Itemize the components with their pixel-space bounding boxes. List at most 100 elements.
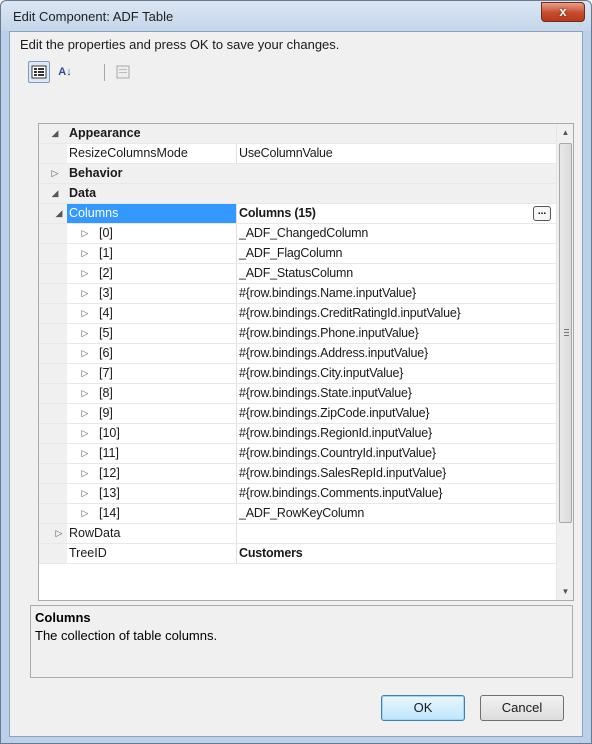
instructions-text: Edit the properties and press OK to save… [20,37,340,52]
column-item-row[interactable]: ▷ [5] #{row.bindings.Phone.inputValue} [39,324,557,344]
property-value: Columns (15) [239,206,316,220]
property-grid: ◢ Appearance ResizeColumnsMode UseColumn… [38,123,574,601]
collapse-icon[interactable]: ◢ [49,187,61,199]
property-value[interactable]: #{row.bindings.SalesRepId.inputValue} [239,466,446,480]
alphabetical-button[interactable]: A↓ [54,61,76,83]
scroll-up-icon[interactable]: ▲ [557,124,574,141]
property-row-rowdata[interactable]: ▷ RowData [39,524,557,544]
row-gutter [39,304,67,323]
property-value[interactable]: #{row.bindings.Name.inputValue} [239,286,416,300]
property-value[interactable]: _ADF_StatusColumn [239,266,353,280]
category-label: Appearance [69,126,141,140]
column-divider [236,224,237,243]
close-icon: x [559,4,567,19]
property-value[interactable]: #{row.bindings.Comments.inputValue} [239,486,443,500]
property-value[interactable]: UseColumnValue [239,146,333,160]
scroll-thumb[interactable] [559,143,572,523]
column-divider [236,544,237,563]
property-value[interactable]: _ADF_ChangedColumn [239,226,368,240]
column-divider [236,344,237,363]
category-appearance[interactable]: ◢ Appearance [39,124,557,144]
property-value[interactable]: #{row.bindings.City.inputValue} [239,366,403,380]
property-value[interactable]: _ADF_FlagColumn [239,246,342,260]
category-label: Behavior [69,166,123,180]
category-behavior[interactable]: ▷ Behavior [39,164,557,184]
column-item-row[interactable]: ▷ [6] #{row.bindings.Address.inputValue} [39,344,557,364]
collapse-icon[interactable]: ◢ [53,207,65,219]
expand-icon[interactable]: ▷ [79,267,91,279]
column-divider [236,264,237,283]
property-value[interactable]: #{row.bindings.Phone.inputValue} [239,326,419,340]
scroll-down-icon[interactable]: ▼ [557,583,574,600]
expand-icon[interactable]: ▷ [49,167,61,179]
expand-icon[interactable]: ▷ [79,347,91,359]
property-name: RowData [69,526,121,540]
vertical-scrollbar[interactable]: ▲ ▼ [556,124,573,600]
column-item-row[interactable]: ▷ [2] _ADF_StatusColumn [39,264,557,284]
row-gutter [39,544,67,563]
column-divider [236,424,237,443]
row-gutter [39,464,67,483]
description-text: The collection of table columns. [35,628,218,643]
property-value[interactable]: #{row.bindings.CountryId.inputValue} [239,446,436,460]
column-item-row[interactable]: ▷ [12] #{row.bindings.SalesRepId.inputValu… [39,464,557,484]
expand-icon[interactable]: ▷ [79,447,91,459]
expand-icon[interactable]: ▷ [79,287,91,299]
property-rows: ◢ Appearance ResizeColumnsMode UseColumn… [39,124,557,600]
cancel-button[interactable]: Cancel [480,695,564,721]
expand-icon[interactable]: ▷ [79,307,91,319]
column-item-row[interactable]: ▷ [14] _ADF_RowKeyColumn [39,504,557,524]
expand-icon[interactable]: ▷ [79,487,91,499]
collapse-icon[interactable]: ◢ [49,127,61,139]
property-value[interactable]: #{row.bindings.ZipCode.inputValue} [239,406,430,420]
property-value[interactable]: #{row.bindings.RegionId.inputValue} [239,426,432,440]
column-item-row[interactable]: ▷ [1] _ADF_FlagColumn [39,244,557,264]
row-gutter [39,224,67,243]
grip-icon [564,329,569,336]
expand-icon[interactable]: ▷ [79,367,91,379]
row-gutter [39,244,67,263]
ellipsis-button[interactable]: ... [533,206,551,221]
expand-icon[interactable]: ▷ [79,407,91,419]
property-value[interactable]: #{row.bindings.State.inputValue} [239,386,412,400]
row-gutter [39,444,67,463]
property-value[interactable]: _ADF_RowKeyColumn [239,506,364,520]
close-button[interactable]: x [541,2,585,22]
property-row-treeid[interactable]: TreeID Customers [39,544,557,564]
expand-icon[interactable]: ▷ [53,527,65,539]
expand-icon[interactable]: ▷ [79,327,91,339]
title-bar[interactable]: Edit Component: ADF Table x [1,1,591,31]
expand-icon[interactable]: ▷ [79,507,91,519]
categorized-button[interactable] [28,61,50,83]
column-item-row[interactable]: ▷ [9] #{row.bindings.ZipCode.inputValue} [39,404,557,424]
expand-icon[interactable]: ▷ [79,387,91,399]
column-item-row[interactable]: ▷ [3] #{row.bindings.Name.inputValue} [39,284,557,304]
category-data[interactable]: ◢ Data [39,184,557,204]
column-item-row[interactable]: ▷ [10] #{row.bindings.RegionId.inputValue} [39,424,557,444]
property-pages-button[interactable] [112,61,134,83]
row-gutter [39,324,67,343]
column-item-row[interactable]: ▷ [13] #{row.bindings.Comments.inputValue} [39,484,557,504]
column-item-row[interactable]: ▷ [11] #{row.bindings.CountryId.inputValue… [39,444,557,464]
description-panel: Columns The collection of table columns. [30,605,573,678]
expand-icon[interactable]: ▷ [79,427,91,439]
property-pages-icon [116,65,130,79]
row-gutter [39,284,67,303]
property-value[interactable]: Customers [239,546,303,560]
expand-icon[interactable]: ▷ [79,227,91,239]
property-value[interactable]: #{row.bindings.CreditRatingId.inputValue… [239,306,461,320]
property-value[interactable]: #{row.bindings.Address.inputValue} [239,346,428,360]
row-gutter [39,364,67,383]
property-row-columns[interactable]: ◢ Columns Columns (15) ... [39,204,557,224]
column-item-row[interactable]: ▷ [8] #{row.bindings.State.inputValue} [39,384,557,404]
description-title: Columns [35,610,91,625]
column-item-row[interactable]: ▷ [7] #{row.bindings.City.inputValue} [39,364,557,384]
column-item-row[interactable]: ▷ [0] _ADF_ChangedColumn [39,224,557,244]
column-item-row[interactable]: ▷ [4] #{row.bindings.CreditRatingId.inputV… [39,304,557,324]
property-row[interactable]: ResizeColumnsMode UseColumnValue [39,144,557,164]
expand-icon[interactable]: ▷ [79,247,91,259]
ok-button[interactable]: OK [381,695,465,721]
window-title: Edit Component: ADF Table [13,9,174,24]
sort-alphabetical-icon: A↓ [58,66,72,78]
expand-icon[interactable]: ▷ [79,467,91,479]
